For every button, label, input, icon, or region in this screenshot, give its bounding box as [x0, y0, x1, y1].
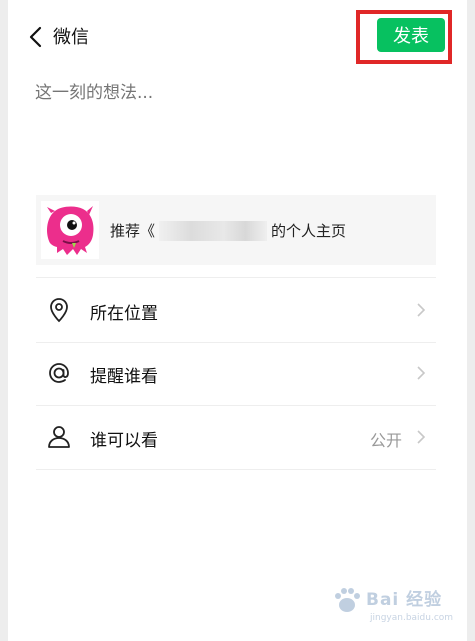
visibility-value: 公开	[369, 431, 402, 450]
paw-logo-icon	[335, 588, 360, 612]
chevron-right-icon	[417, 430, 426, 444]
baidu-jingyan-watermark: Bai 经验 jingyan.baidu.com	[330, 583, 460, 633]
option-row-location[interactable]: 所在位置	[36, 277, 436, 343]
option-label-visibility: 谁可以看	[90, 431, 158, 451]
thought-input[interactable]	[35, 78, 435, 178]
shared-link-card[interactable]: 推荐《 的个人主页	[36, 195, 436, 265]
person-icon	[48, 426, 70, 448]
nav-header: 微信 发表	[8, 8, 467, 64]
chevron-right-icon	[417, 366, 426, 380]
back-arrow-icon[interactable]	[26, 26, 46, 48]
chevron-right-icon	[417, 303, 426, 317]
watermark-url: jingyan.baidu.com	[370, 613, 454, 623]
monster-avatar-icon	[41, 201, 99, 259]
location-pin-icon	[50, 298, 68, 323]
option-label-location: 所在位置	[90, 304, 158, 324]
page-title: 微信	[53, 27, 89, 48]
publish-button[interactable]: 发表	[377, 18, 445, 52]
option-row-visibility[interactable]: 谁可以看 公开	[36, 405, 436, 470]
share-card-text: 推荐《 的个人主页	[110, 220, 346, 241]
option-label-mention: 提醒谁看	[90, 367, 158, 387]
option-row-mention[interactable]: 提醒谁看	[36, 341, 436, 406]
share-card-prefix: 推荐《	[110, 222, 156, 240]
blurred-account-name	[159, 220, 268, 241]
watermark-brand: Bai 经验	[366, 590, 443, 610]
at-sign-icon	[49, 363, 69, 383]
share-card-suffix: 的个人主页	[271, 222, 347, 240]
moments-compose-page: 微信 发表 推荐《 的个人主页 所在位置	[8, 0, 467, 641]
